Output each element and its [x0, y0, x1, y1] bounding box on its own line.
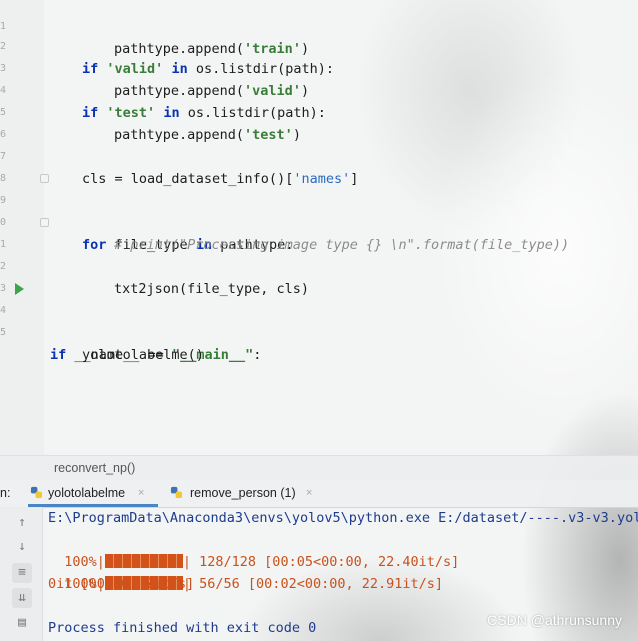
console-toolbar: ↑ ↓ ≡ ⇊ ▤ [0, 507, 43, 641]
run-gutter-icon[interactable] [15, 283, 24, 295]
python-icon [30, 486, 43, 499]
fold-icon[interactable] [40, 218, 49, 227]
code-line[interactable]: 8 [0, 146, 638, 184]
breadcrumb-label[interactable]: reconvert_np() [54, 461, 135, 475]
tab-yolotolabelme[interactable]: yolotolabelme × [28, 480, 158, 507]
tab-label: yolotolabelme [48, 486, 126, 500]
breadcrumb[interactable]: reconvert_np() [0, 455, 638, 481]
code-line[interactable]: 6 [0, 102, 638, 140]
code-line[interactable]: 1 txt2json(file_type, cls) [0, 212, 638, 297]
tab-label: remove_person (1) [190, 486, 296, 500]
print-icon[interactable]: ▤ [12, 613, 32, 633]
arrow-down-icon[interactable]: ↓ [12, 537, 32, 557]
code-line[interactable]: 0 # print("Processing image type {} \n".… [0, 190, 638, 253]
code-line[interactable]: 2 if 'valid' in os.listdir(path): [0, 14, 638, 77]
tab-remove-person[interactable]: remove_person (1) × [170, 480, 330, 507]
code-line[interactable]: 7 cls = load_dataset_info()['names'] [0, 124, 638, 187]
code-line[interactable]: 5 pathtype.append('test') [0, 80, 638, 143]
code-line[interactable]: 9 for file_type in pathtype: [0, 168, 638, 253]
fold-icon[interactable] [40, 174, 49, 183]
code-line[interactable]: 3 pathtype.append('valid') [0, 36, 638, 99]
code-line[interactable]: 4 if __name__ == "__main__": [0, 278, 638, 363]
watermark: CSDN @athrunsunny [487, 612, 622, 628]
console-command-line[interactable]: E:\ProgramData\Anaconda3\envs\yolov5\pyt… [48, 507, 638, 529]
python-icon [170, 486, 183, 499]
soft-wrap-icon[interactable]: ≡ [12, 563, 32, 583]
console-progress-line[interactable]: 100%| | 128/128 [00:05<00:00, 22.40it/s] [48, 529, 459, 570]
close-icon[interactable]: × [138, 480, 144, 506]
console-exit-line[interactable]: Process finished with exit code 0 [48, 617, 316, 639]
code-line[interactable]: 4 if 'test' in os.listdir(path): [0, 58, 638, 121]
code-line[interactable]: 2 [0, 234, 638, 272]
scroll-to-end-icon[interactable]: ⇊ [12, 588, 32, 608]
console-progress-line[interactable]: 100%| | 56/56 [00:02<00:00, 22.91it/s] [48, 551, 443, 592]
console-output-line[interactable]: 0it [00:00, ?it/s] [48, 573, 194, 595]
run-tab-bar: n: yolotolabelme × remove_person (1) × [0, 480, 638, 508]
code-line[interactable]: 5 yolotolabelme() [0, 300, 638, 363]
arrow-up-icon[interactable]: ↑ [12, 513, 32, 533]
code-line[interactable]: 5 [0, 322, 638, 344]
run-panel-label: n: [0, 486, 11, 500]
close-icon[interactable]: × [306, 480, 312, 506]
code-line[interactable]: 3 [0, 256, 638, 294]
